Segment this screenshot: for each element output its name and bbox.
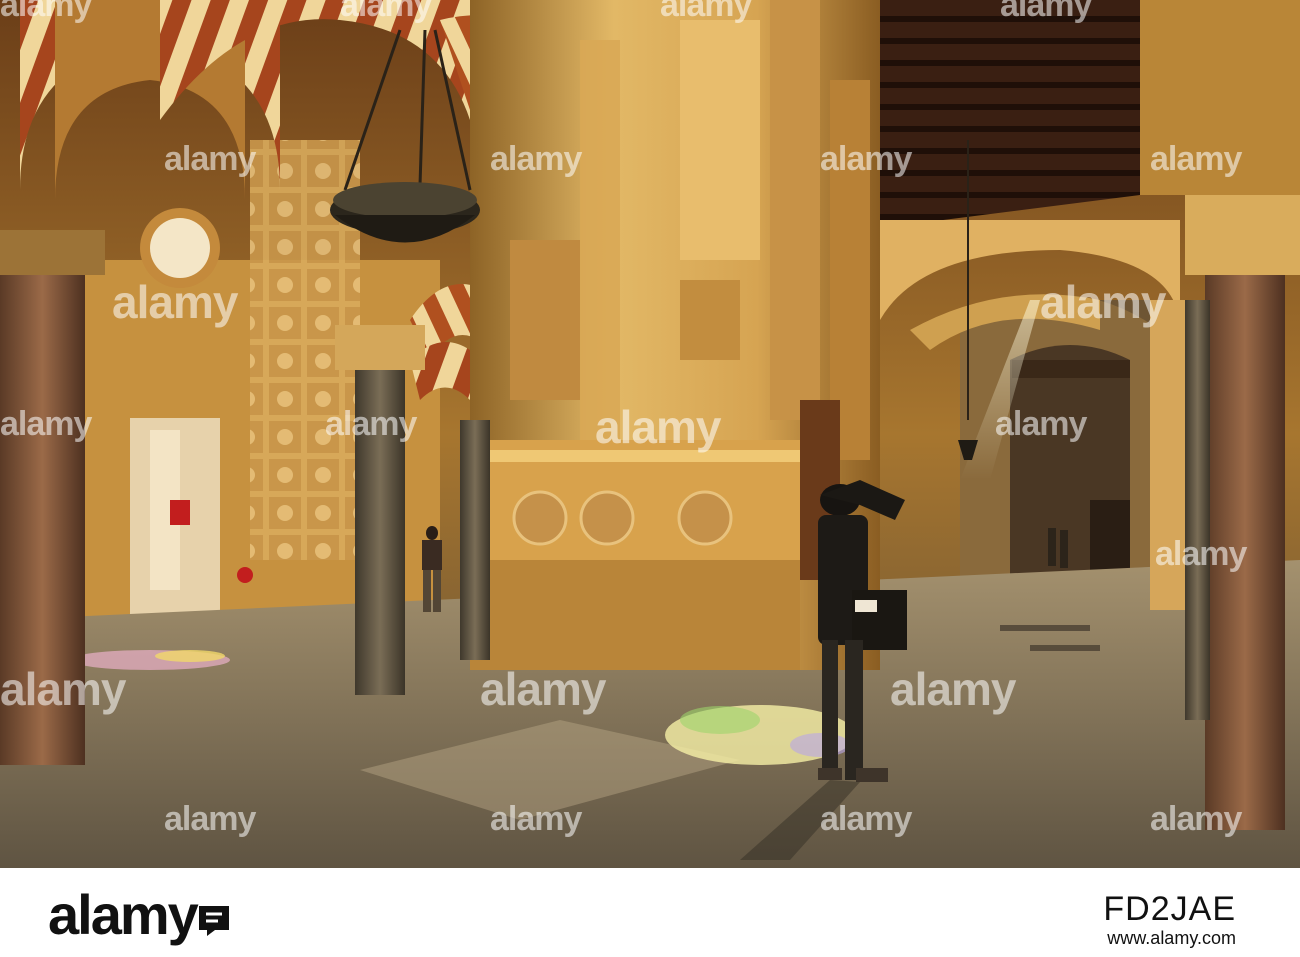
site-url[interactable]: www.alamy.com bbox=[1107, 928, 1236, 949]
footer-bar: alamy FD2JAE www.alamy.com bbox=[0, 868, 1300, 957]
alamy-logo[interactable]: alamy bbox=[48, 882, 233, 947]
alamy-logo-icon bbox=[198, 906, 229, 937]
image-id: FD2JAE bbox=[1103, 890, 1236, 928]
alamy-logo-text: alamy bbox=[48, 883, 199, 946]
mezquita-interior-illustration bbox=[0, 0, 1300, 868]
photo bbox=[0, 0, 1300, 868]
